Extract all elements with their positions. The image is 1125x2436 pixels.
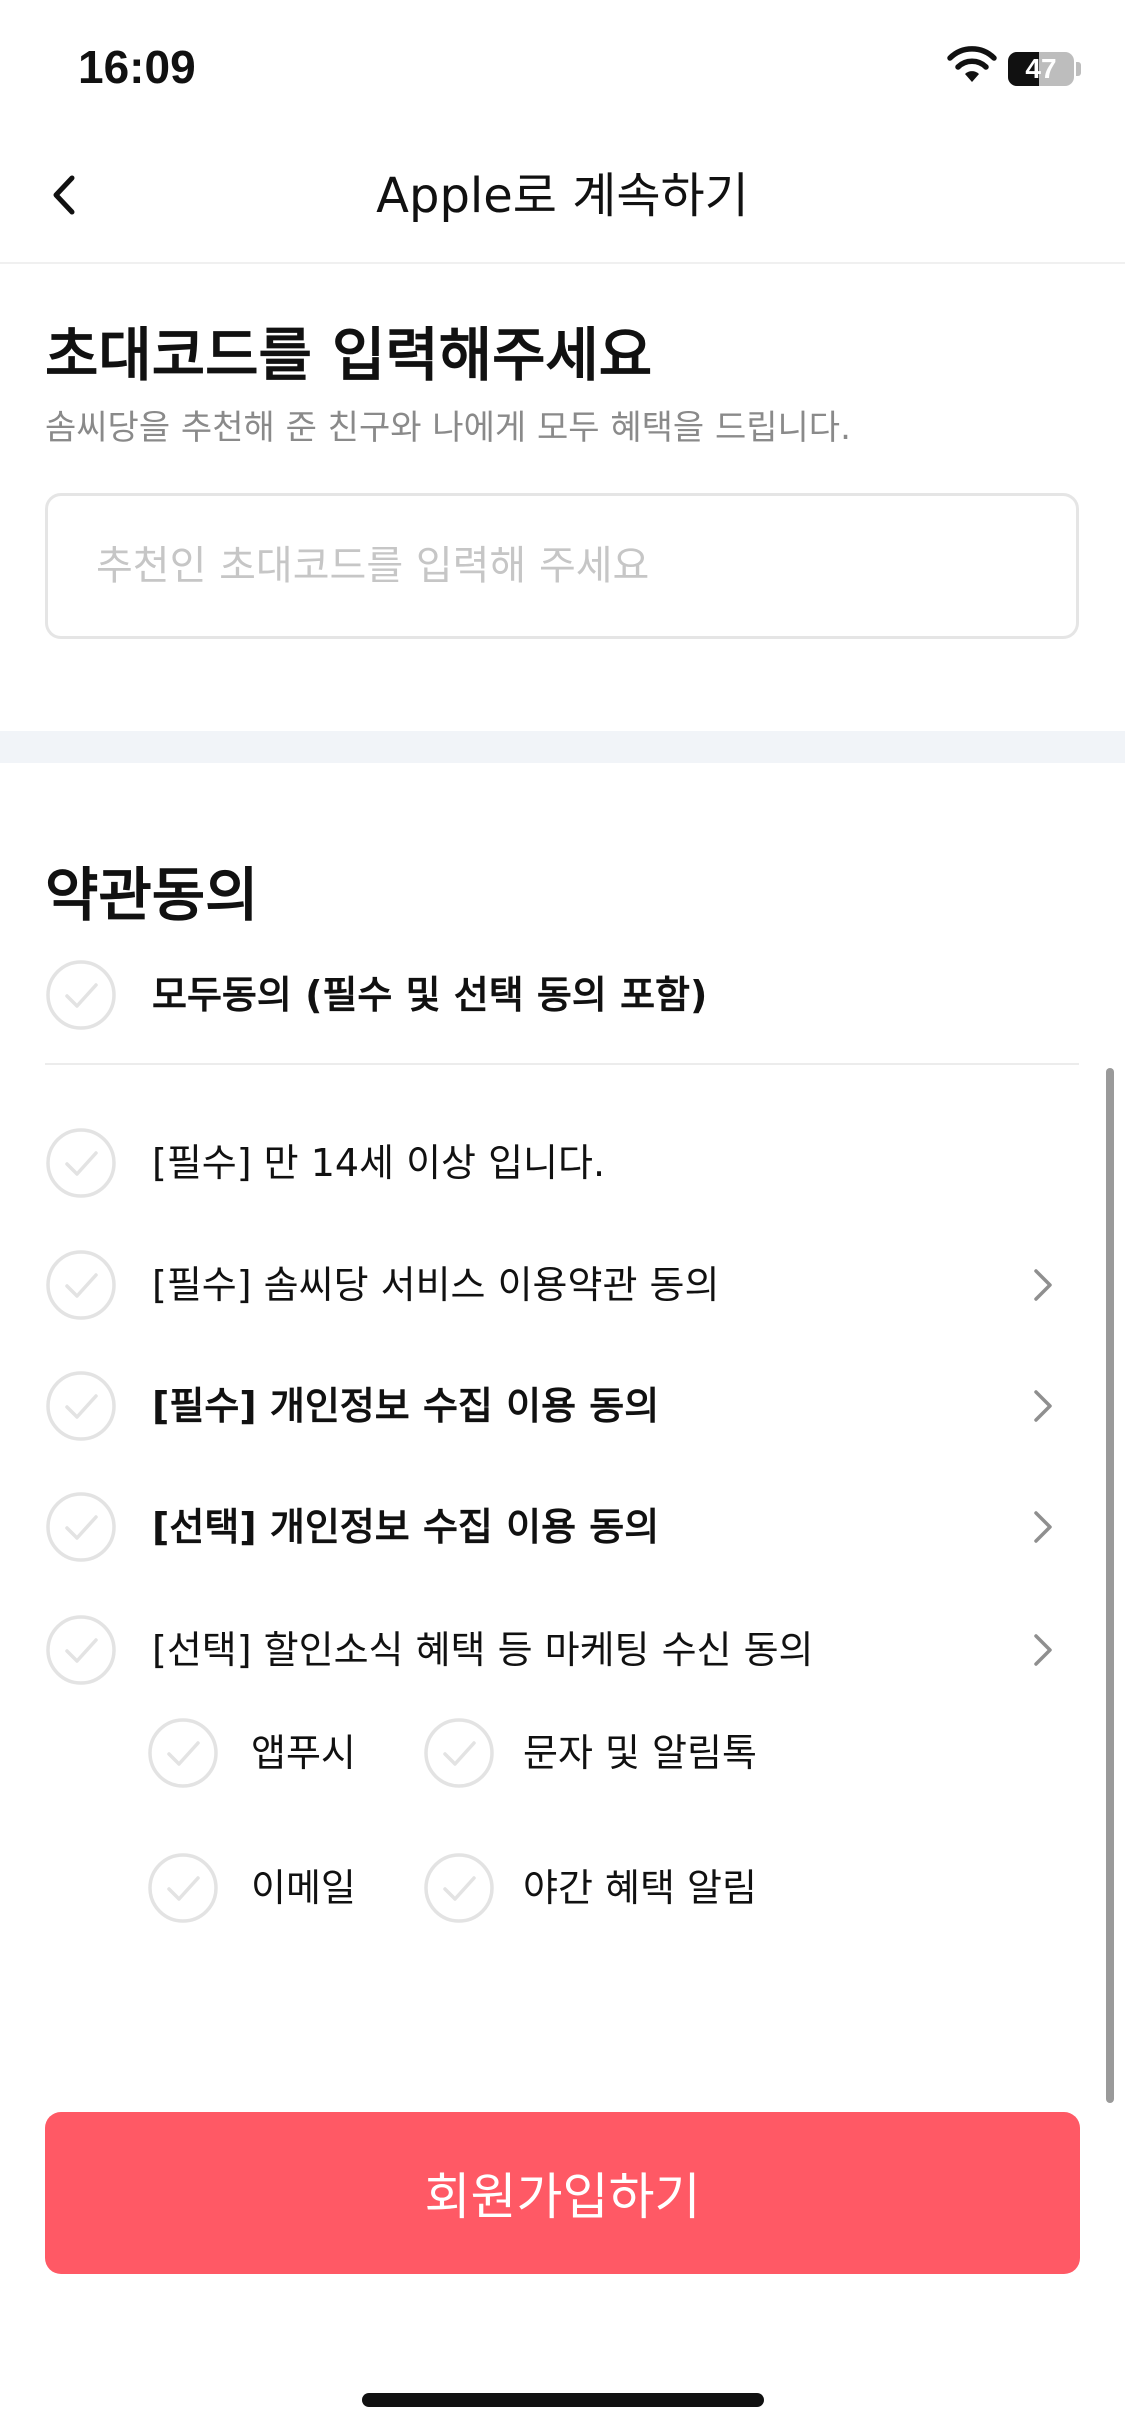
scrollbar[interactable] xyxy=(1106,1068,1114,2103)
section-divider xyxy=(0,731,1125,763)
status-time: 16:09 xyxy=(78,41,196,93)
check-circle-icon xyxy=(148,1718,218,1788)
channel-label: 이메일 xyxy=(251,1866,356,1910)
terms-title: 약관동의 xyxy=(45,861,259,929)
check-circle-icon xyxy=(148,1853,218,1923)
chevron-right-icon[interactable] xyxy=(1022,1265,1062,1305)
channel-app-push[interactable]: 앱푸시 xyxy=(147,1708,387,1798)
chevron-right-icon[interactable] xyxy=(1022,1507,1062,1547)
term-label: [필수] 개인정보 수집 이용 동의 xyxy=(152,1384,660,1428)
page-title: Apple로 계속하기 xyxy=(376,168,749,224)
channel-label: 야간 혜택 알림 xyxy=(523,1866,757,1910)
check-circle-icon xyxy=(46,1250,116,1320)
channel-label: 앱푸시 xyxy=(251,1731,356,1775)
term-label: [선택] 개인정보 수집 이용 동의 xyxy=(152,1505,660,1549)
nav-bar: Apple로 계속하기 xyxy=(0,130,1125,264)
agree-all-row[interactable]: 모두동의 (필수 및 선택 동의 포함) xyxy=(0,950,1125,1040)
channel-label: 문자 및 알림톡 xyxy=(523,1731,757,1775)
invite-code-input[interactable] xyxy=(45,493,1079,639)
check-circle-icon xyxy=(424,1853,494,1923)
chevron-right-icon[interactable] xyxy=(1022,1630,1062,1670)
signup-button[interactable]: 회원가입하기 xyxy=(45,2112,1080,2274)
chevron-left-icon xyxy=(53,175,75,215)
term-label: [선택] 할인소식 혜택 등 마케팅 수신 동의 xyxy=(152,1628,814,1672)
battery-percent: 47 xyxy=(1025,53,1057,84)
invite-subtitle: 솜씨당을 추천해 준 친구와 나에게 모두 혜택을 드립니다. xyxy=(45,408,851,448)
chevron-right-icon[interactable] xyxy=(1022,1386,1062,1426)
check-circle-icon xyxy=(424,1718,494,1788)
term-row-privacy-required[interactable]: [필수] 개인정보 수집 이용 동의 xyxy=(0,1361,1125,1451)
term-row-age[interactable]: [필수] 만 14세 이상 입니다. xyxy=(0,1118,1125,1208)
check-circle-icon xyxy=(46,1371,116,1441)
term-row-privacy-optional[interactable]: [선택] 개인정보 수집 이용 동의 xyxy=(0,1482,1125,1572)
term-row-service[interactable]: [필수] 솜씨당 서비스 이용약관 동의 xyxy=(0,1240,1125,1330)
check-circle-icon xyxy=(46,1492,116,1562)
channel-sms-kakao[interactable]: 문자 및 알림톡 xyxy=(423,1708,823,1798)
status-bar: 16:09 47 xyxy=(0,0,1125,130)
invite-title: 초대코드를 입력해주세요 xyxy=(45,321,653,389)
home-indicator[interactable] xyxy=(362,2393,764,2407)
wifi-icon xyxy=(947,46,997,82)
agree-all-label: 모두동의 (필수 및 선택 동의 포함) xyxy=(152,973,708,1017)
agree-all-divider xyxy=(45,1063,1079,1065)
battery-icon: 47 xyxy=(1008,52,1074,86)
battery-cap xyxy=(1076,62,1081,76)
channel-night-benefit[interactable]: 야간 혜택 알림 xyxy=(423,1843,823,1933)
term-label: [필수] 만 14세 이상 입니다. xyxy=(152,1141,606,1185)
term-row-marketing[interactable]: [선택] 할인소식 혜택 등 마케팅 수신 동의 xyxy=(0,1605,1125,1695)
check-circle-icon xyxy=(46,960,116,1030)
back-button[interactable] xyxy=(34,160,104,230)
term-label: [필수] 솜씨당 서비스 이용약관 동의 xyxy=(152,1263,720,1307)
channel-email[interactable]: 이메일 xyxy=(147,1843,387,1933)
check-circle-icon xyxy=(46,1615,116,1685)
check-circle-icon xyxy=(46,1128,116,1198)
